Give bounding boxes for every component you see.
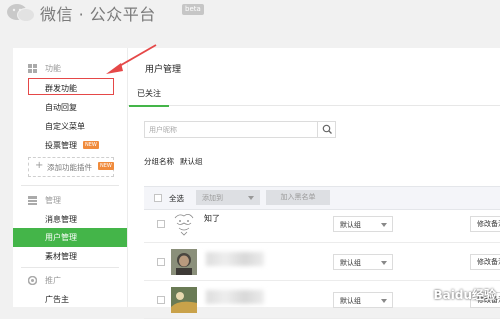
group-value: 默认组 xyxy=(180,157,203,166)
search-box xyxy=(144,121,336,138)
add-to-label: 添加到 xyxy=(202,194,223,202)
new-badge: NEW xyxy=(98,162,114,170)
group-select-value: 默认组 xyxy=(340,259,361,267)
platform-title: 微信 · 公众平台 xyxy=(40,5,156,24)
chevron-down-icon xyxy=(381,223,387,227)
user-toolbar: 全选 添加到 加入黑名单 xyxy=(144,186,500,210)
top-header: 微信 · 公众平台 beta xyxy=(0,0,500,44)
search-button[interactable] xyxy=(317,122,337,137)
beta-badge: beta xyxy=(182,4,204,15)
section-label: 推广 xyxy=(45,276,61,285)
group-name-line: 分组名称 默认组 xyxy=(144,156,203,167)
tabs-divider xyxy=(128,105,500,106)
new-badge: NEW xyxy=(83,141,99,149)
sidebar: 功能 群发功能 自动回复 自定义菜单 投票管理 NEW + 添加功能插件 NEW… xyxy=(13,48,128,307)
sidebar-item-auto-reply[interactable]: 自动回复 xyxy=(13,98,127,117)
group-label: 分组名称 xyxy=(144,157,174,166)
row-checkbox[interactable] xyxy=(157,296,165,304)
blurred-nickname xyxy=(206,252,264,266)
section-label: 管理 xyxy=(45,196,61,205)
sidebar-item-mass-send[interactable]: 群发功能 xyxy=(13,78,127,98)
manage-icon xyxy=(28,196,37,205)
promo-icon xyxy=(28,276,37,285)
avatar xyxy=(171,249,197,275)
page-title: 用户管理 xyxy=(145,65,182,75)
search-icon xyxy=(322,124,332,134)
user-group-select[interactable]: 默认组 xyxy=(333,216,393,232)
plus-icon: + xyxy=(35,160,44,171)
blurred-nickname xyxy=(206,290,264,304)
sidebar-section-manage: 管理 xyxy=(13,190,127,210)
search-input[interactable] xyxy=(149,124,309,135)
sidebar-section-promotion: 推广 xyxy=(13,270,127,290)
chevron-down-icon xyxy=(381,299,387,303)
row-checkbox[interactable] xyxy=(157,258,165,266)
sidebar-item-custom-menu[interactable]: 自定义菜单 xyxy=(13,117,127,136)
sidebar-item-label: 素材管理 xyxy=(45,252,77,261)
avatar xyxy=(171,211,197,237)
wechat-logo-icon xyxy=(7,4,35,22)
add-to-blacklist-button[interactable]: 加入黑名单 xyxy=(266,190,330,205)
sidebar-item-label: 自定义菜单 xyxy=(45,122,85,131)
edit-remark-button[interactable]: 修改备注 xyxy=(470,216,500,232)
sidebar-item-materials[interactable]: 素材管理 xyxy=(13,247,127,266)
sidebar-item-users[interactable]: 用户管理 xyxy=(13,228,127,247)
sidebar-item-label: 消息管理 xyxy=(45,215,77,224)
divider xyxy=(21,267,119,268)
sidebar-item-vote[interactable]: 投票管理 NEW xyxy=(13,136,127,155)
sidebar-item-label: 用户管理 xyxy=(45,233,77,242)
add-plugin-label: 添加功能插件 xyxy=(47,163,92,172)
user-row: 知了 默认组 修改备注 xyxy=(144,208,500,243)
sidebar-item-label: 自动回复 xyxy=(45,103,77,112)
group-select-value: 默认组 xyxy=(340,221,361,229)
edit-remark-button[interactable]: 修改备注 xyxy=(470,254,500,270)
user-group-select[interactable]: 默认组 xyxy=(333,254,393,270)
baidu-watermark: Baidu经验 xyxy=(433,288,497,302)
chevron-down-icon xyxy=(381,261,387,265)
add-plugin-button[interactable]: + 添加功能插件 NEW xyxy=(28,157,114,177)
tab-followed[interactable]: 已关注 xyxy=(129,85,169,107)
chevron-down-icon xyxy=(248,196,254,200)
sidebar-item-label: 群发功能 xyxy=(45,84,77,93)
sidebar-item-messages[interactable]: 消息管理 xyxy=(13,210,127,229)
main-panel: 用户管理 已关注 分组名称默认组 全选 添加到 加入黑名单 知了 xyxy=(128,48,500,319)
grid-icon xyxy=(28,64,37,73)
avatar xyxy=(171,287,197,313)
sidebar-item-advertiser[interactable]: 广告主 xyxy=(13,290,127,309)
divider xyxy=(21,185,119,186)
row-checkbox[interactable] xyxy=(157,220,165,228)
sidebar-item-label: 投票管理 xyxy=(45,141,77,150)
select-all-checkbox[interactable] xyxy=(154,194,162,202)
group-select-value: 默认组 xyxy=(340,297,361,305)
section-label: 功能 xyxy=(45,64,61,73)
select-all-label: 全选 xyxy=(169,194,184,203)
user-group-select[interactable]: 默认组 xyxy=(333,292,393,308)
sidebar-section-function: 功能 xyxy=(13,58,127,78)
sidebar-item-label: 广告主 xyxy=(45,295,69,304)
add-to-group-dropdown[interactable]: 添加到 xyxy=(196,190,260,205)
user-row: 默认组 修改备注 xyxy=(144,246,500,281)
user-nickname: 知了 xyxy=(204,214,220,223)
